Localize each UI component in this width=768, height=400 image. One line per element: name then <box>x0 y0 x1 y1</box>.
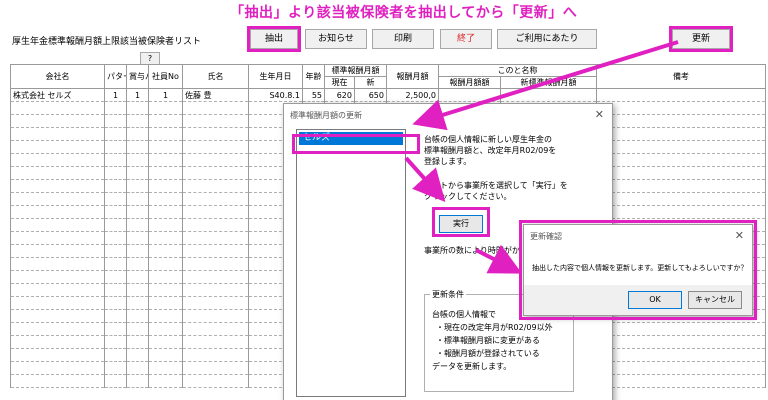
arrow-to-confirm <box>475 244 523 274</box>
arrow-to-list <box>412 40 679 131</box>
screen: 「抽出」より該当被保険者を抽出してから「更新」へ 厚生年金標準報酬月額上限該当被… <box>0 0 768 400</box>
arrow-to-run <box>404 156 446 202</box>
arrow-overlay <box>404 40 679 274</box>
